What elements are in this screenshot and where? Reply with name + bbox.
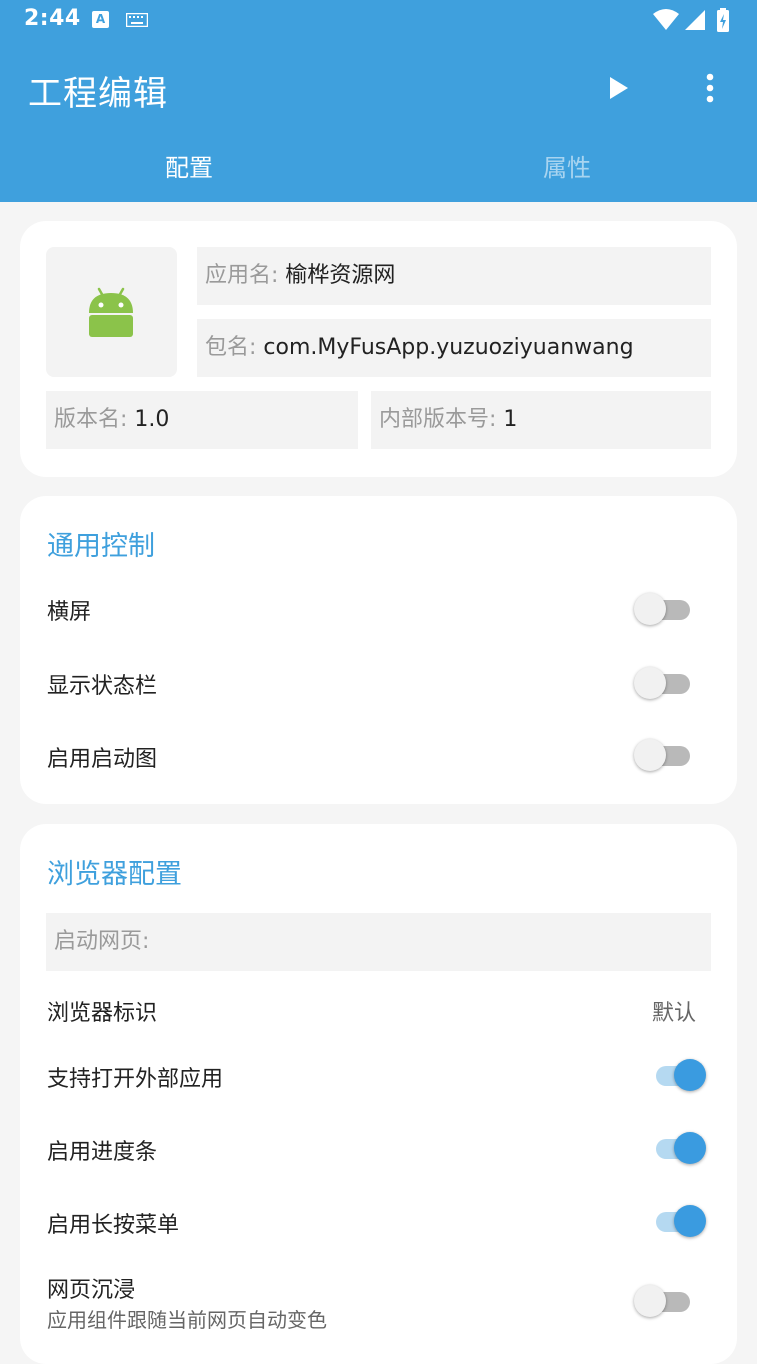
- status-icons: [653, 8, 729, 32]
- app-icon-picker[interactable]: [46, 247, 177, 377]
- wifi-icon: [653, 9, 679, 30]
- external-app-label: 支持打开外部应用: [47, 1067, 224, 1092]
- show-statusbar-switch[interactable]: [634, 662, 692, 702]
- signal-icon: [685, 10, 705, 30]
- splash-switch[interactable]: [634, 734, 692, 774]
- immersive-description: 应用组件跟随当前网页自动变色: [47, 1308, 327, 1332]
- start-page-field[interactable]: 启动网页:: [46, 913, 711, 971]
- browser-config-card: 浏览器配置 启动网页: 浏览器标识 默认 支持打开外部应用 启用进度条 启用长按…: [20, 824, 737, 1364]
- section-title-general: 通用控制: [47, 531, 155, 562]
- section-title-browser: 浏览器配置: [47, 859, 182, 890]
- a-notification-icon: A: [92, 11, 109, 28]
- user-agent-label: 浏览器标识: [47, 1001, 158, 1026]
- landscape-label: 横屏: [47, 600, 92, 625]
- long-press-menu-switch[interactable]: [648, 1200, 706, 1240]
- app-bar: 2:44 A 工程编辑 配置 属性: [0, 0, 757, 202]
- landscape-switch[interactable]: [634, 588, 692, 628]
- general-controls-card: 通用控制 横屏 显示状态栏 启用启动图: [20, 496, 737, 804]
- package-name-field[interactable]: 包名: com.MyFusApp.yuzuoziyuanwang: [197, 319, 711, 377]
- immersive-switch[interactable]: [634, 1280, 692, 1320]
- keyboard-icon: [126, 13, 148, 27]
- tab-properties[interactable]: 属性: [378, 138, 756, 202]
- user-agent-value[interactable]: 默认: [652, 995, 696, 1027]
- android-icon: [89, 287, 133, 337]
- external-app-switch[interactable]: [648, 1054, 706, 1094]
- splash-label: 启用启动图: [47, 747, 158, 772]
- status-bar: 2:44 A: [0, 0, 757, 42]
- show-statusbar-label: 显示状态栏: [47, 674, 158, 699]
- tab-config[interactable]: 配置: [0, 138, 378, 202]
- more-vert-icon[interactable]: [692, 70, 728, 106]
- progress-bar-switch[interactable]: [648, 1127, 706, 1167]
- version-code-field[interactable]: 内部版本号: 1: [371, 391, 711, 449]
- play-icon[interactable]: [600, 70, 636, 106]
- immersive-label: 网页沉浸: [47, 1278, 136, 1303]
- progress-bar-label: 启用进度条: [47, 1140, 158, 1165]
- app-info-card: 应用名: 榆桦资源网 包名: com.MyFusApp.yuzuoziyuanw…: [20, 221, 737, 477]
- app-name-field[interactable]: 应用名: 榆桦资源网: [197, 247, 711, 305]
- version-name-field[interactable]: 版本名: 1.0: [46, 391, 358, 449]
- page-title: 工程编辑: [28, 74, 168, 114]
- status-time: 2:44: [24, 6, 81, 31]
- long-press-menu-label: 启用长按菜单: [47, 1213, 180, 1238]
